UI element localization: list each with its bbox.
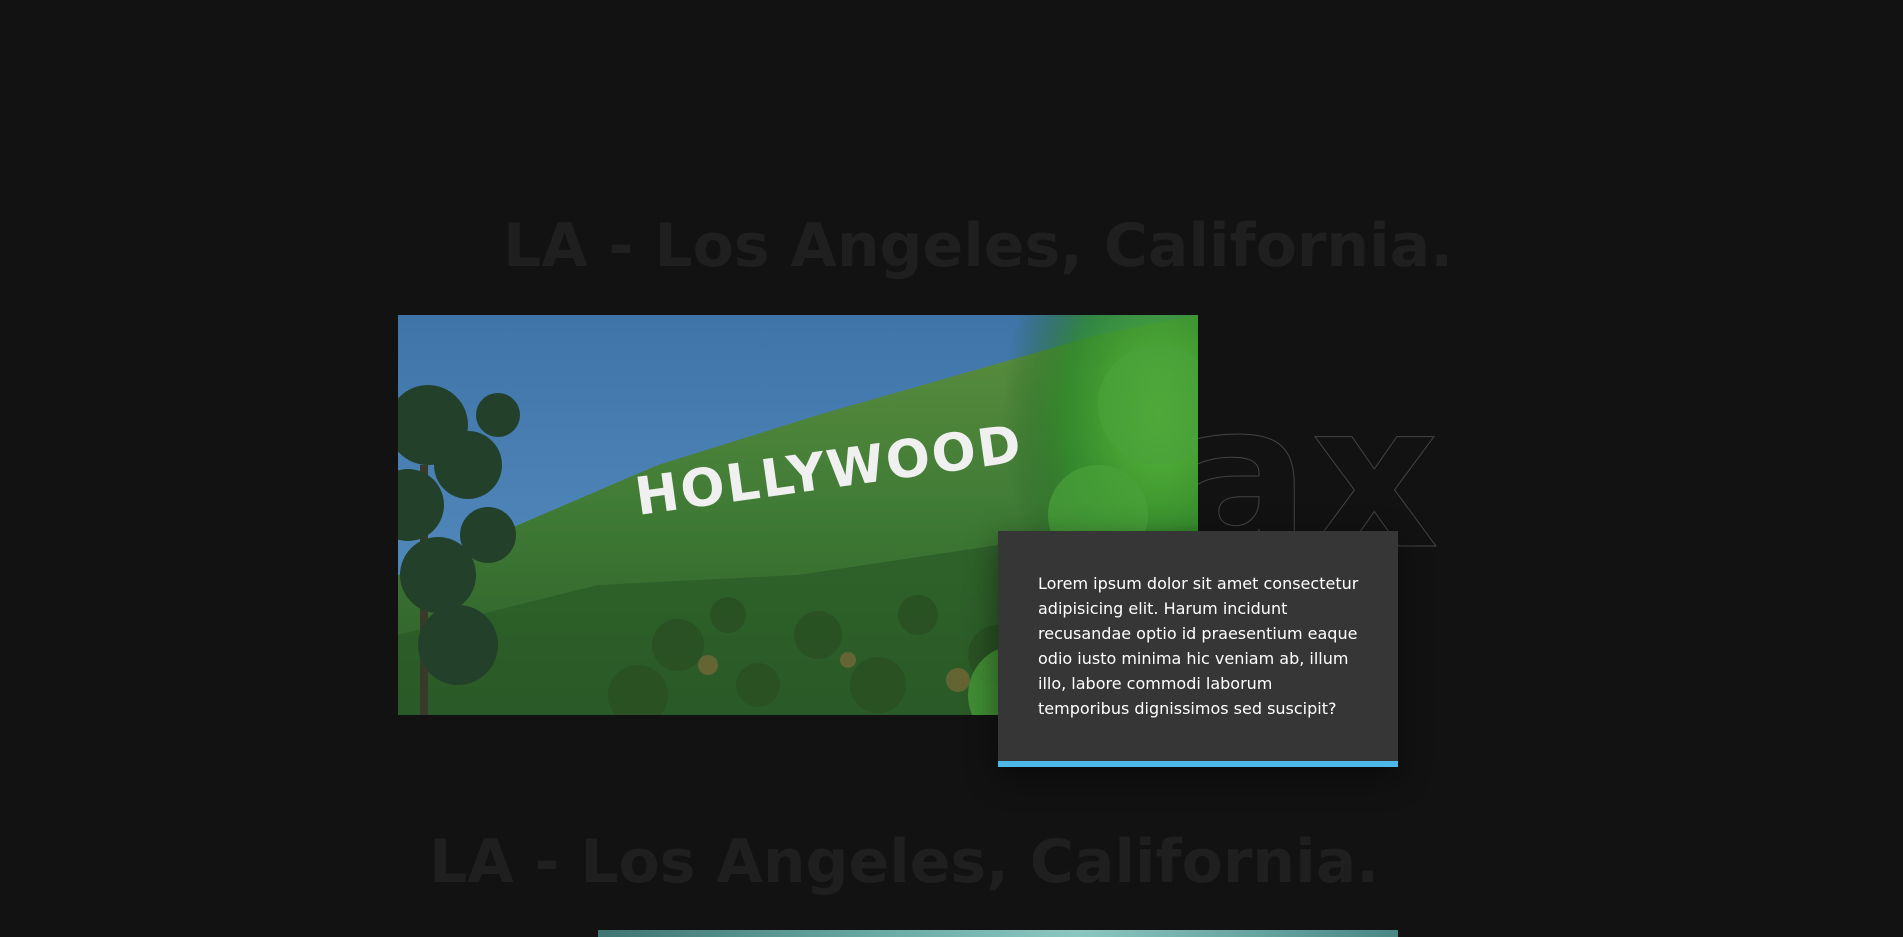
card-body-text: Lorem ipsum dolor sit amet consectetur a… bbox=[1038, 574, 1359, 718]
section-headline: LA - Los Angeles, California. bbox=[429, 827, 1379, 897]
next-section-photo bbox=[598, 930, 1398, 937]
info-card: Lorem ipsum dolor sit amet consectetur a… bbox=[998, 531, 1398, 767]
section-headline: LA - Los Angeles, California. bbox=[503, 211, 1453, 281]
card-accent-bar bbox=[998, 761, 1398, 767]
